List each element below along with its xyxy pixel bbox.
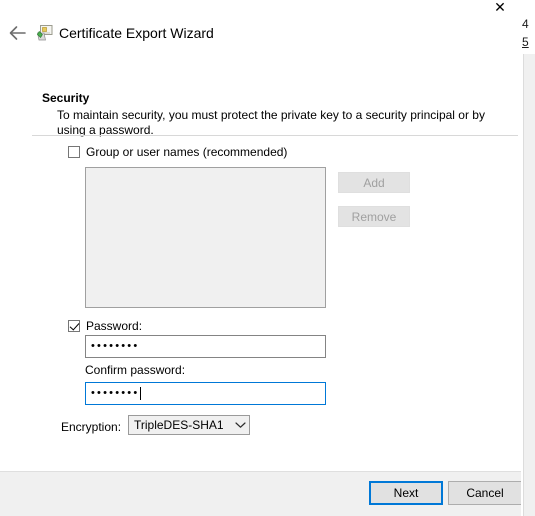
wizard-content: Security To maintain security, you must …: [0, 60, 521, 471]
wizard-footer: Next Cancel: [0, 471, 521, 516]
encryption-selected-value: TripleDES-SHA1: [134, 418, 224, 432]
page-title: Certificate Export Wizard: [59, 25, 214, 41]
remove-button[interactable]: Remove: [338, 206, 410, 227]
add-button[interactable]: Add: [338, 172, 410, 193]
password-checkbox-label: Password:: [86, 319, 143, 333]
close-icon[interactable]: ✕: [489, 0, 511, 17]
group-or-user-names-checkbox[interactable]: Group or user names (recommended): [68, 145, 287, 159]
background-window-text-1: 4: [522, 17, 529, 31]
encryption-dropdown[interactable]: TripleDES-SHA1: [128, 415, 250, 435]
checkbox-box-checked-icon: [68, 320, 80, 332]
wizard-titlebar: Certificate Export Wizard ✕: [0, 0, 521, 60]
certificate-export-wizard-window: Certificate Export Wizard ✕ Security To …: [0, 0, 521, 516]
text-cursor: [140, 387, 142, 400]
confirm-password-label: Confirm password:: [85, 363, 186, 377]
password-checkbox[interactable]: Password:: [68, 319, 142, 333]
group-or-user-names-label: Group or user names (recommended): [86, 145, 288, 159]
checkbox-box-unchecked-icon: [68, 146, 80, 158]
cancel-button[interactable]: Cancel: [448, 481, 521, 505]
password-input[interactable]: ••••••••: [85, 335, 326, 358]
section-heading: Security: [42, 91, 90, 105]
back-arrow-icon[interactable]: [5, 22, 31, 44]
background-window: 4 5: [521, 0, 535, 516]
password-input-value: ••••••••: [91, 340, 140, 352]
background-window-panel: [523, 54, 535, 516]
group-or-user-names-listbox[interactable]: [85, 167, 326, 308]
chevron-down-icon: [231, 421, 249, 429]
certificate-wizard-icon: [36, 24, 54, 42]
confirm-password-input-value: ••••••••: [91, 387, 140, 399]
section-description: To maintain security, you must protect t…: [57, 108, 485, 137]
encryption-label: Encryption:: [61, 420, 122, 434]
background-window-text-2: 5: [522, 35, 529, 49]
confirm-password-input[interactable]: ••••••••: [85, 382, 326, 405]
section-divider: [32, 135, 518, 136]
next-button[interactable]: Next: [369, 481, 443, 505]
